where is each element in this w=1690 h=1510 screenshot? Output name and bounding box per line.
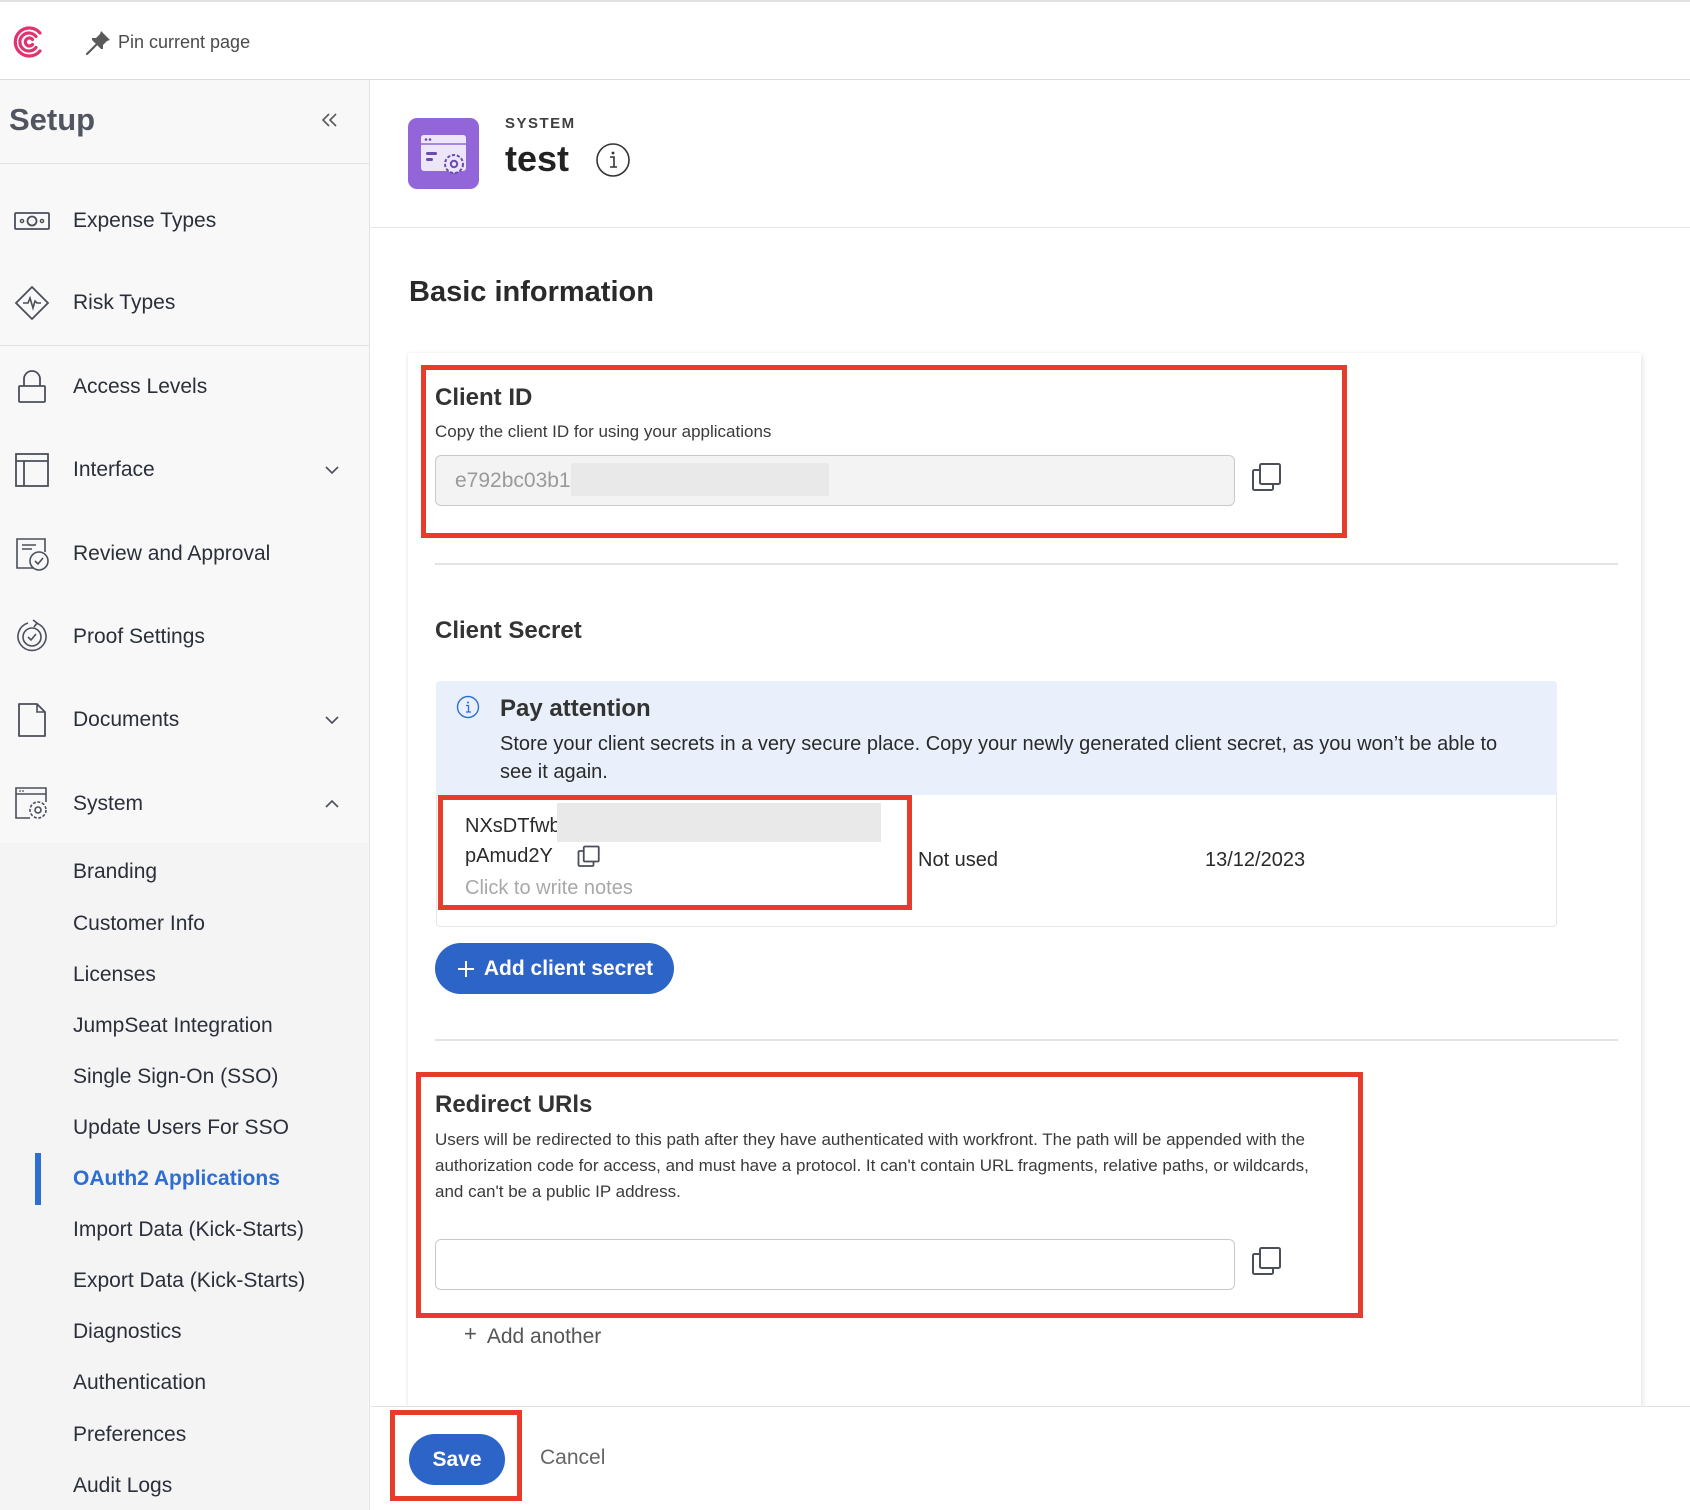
sidebar-item-label: Documents xyxy=(73,708,180,731)
redirect-url-input[interactable] xyxy=(435,1239,1235,1290)
secret-notes-field[interactable]: Click to write notes xyxy=(465,877,633,900)
sidebar-item-label: Expense Types xyxy=(73,209,217,232)
secret-value-line1: NXsDTfwb xyxy=(465,815,561,837)
sidebar-item-label: Access Levels xyxy=(73,375,208,398)
sidebar-item-expense-types[interactable]: Expense Types xyxy=(0,191,370,251)
sidebar-subitem-authentication[interactable]: Authentication xyxy=(73,1363,206,1403)
add-another-url-button[interactable]: + Add another xyxy=(464,1321,602,1349)
active-indicator xyxy=(35,1153,41,1205)
secret-created-date: 13/12/2023 xyxy=(1205,849,1306,871)
pay-attention-alert: Pay attention Store your client secrets … xyxy=(436,681,1557,795)
sidebar-item-review-and-approval[interactable]: Review and Approval xyxy=(0,524,370,584)
system-app-icon xyxy=(421,135,466,174)
system-submenu: Branding Customer Info Licenses JumpSeat… xyxy=(0,843,368,1510)
redacted-mask xyxy=(570,462,829,496)
copy-redirect-url-icon[interactable] xyxy=(1251,1246,1283,1278)
client-secret-title: Client Secret xyxy=(435,617,582,644)
sidebar-subitem-preferences[interactable]: Preferences xyxy=(73,1415,186,1455)
risk-icon xyxy=(14,285,50,321)
sidebar-subitem-export-data[interactable]: Export Data (Kick-Starts) xyxy=(73,1261,305,1301)
workfront-logo-icon[interactable] xyxy=(12,25,46,59)
setup-sidebar: Setup Expense Types Risk Types Access Le… xyxy=(0,80,370,1510)
sidebar-item-label: Interface xyxy=(73,458,155,481)
add-client-secret-button[interactable]: Add client secret xyxy=(435,943,674,994)
info-icon[interactable] xyxy=(595,142,631,178)
section-divider xyxy=(435,563,1618,565)
cancel-button[interactable]: Cancel xyxy=(540,1446,605,1470)
sidebar-subitem-customer-info[interactable]: Customer Info xyxy=(73,904,205,944)
sidebar-subitem-diagnostics[interactable]: Diagnostics xyxy=(73,1312,182,1352)
layout-icon xyxy=(15,453,49,487)
add-client-secret-label: Add client secret xyxy=(483,956,654,980)
section-divider xyxy=(435,1039,1618,1041)
object-type-label: SYSTEM xyxy=(505,115,576,132)
chevron-up-icon[interactable] xyxy=(320,792,344,816)
sidebar-item-interface[interactable]: Interface xyxy=(0,440,370,500)
page-header: SYSTEM test xyxy=(371,80,1690,228)
sidebar-item-system[interactable]: System xyxy=(0,774,370,834)
sidebar-item-label: Risk Types xyxy=(73,291,176,314)
sidebar-subitem-single-sign-on[interactable]: Single Sign-On (SSO) xyxy=(73,1057,278,1097)
sidebar-item-risk-types[interactable]: Risk Types xyxy=(0,273,370,333)
secret-value-line2: pAmud2Y xyxy=(465,845,553,867)
sidebar-subitem-audit-logs[interactable]: Audit Logs xyxy=(73,1466,172,1506)
sidebar-item-access-levels[interactable]: Access Levels xyxy=(0,357,370,417)
sidebar-subitem-licenses[interactable]: Licenses xyxy=(73,955,156,995)
sidebar-divider xyxy=(0,345,370,346)
plus-icon xyxy=(457,960,474,977)
client-id-description: Copy the client ID for using your applic… xyxy=(435,422,772,441)
chevron-down-icon[interactable] xyxy=(320,708,344,732)
redirect-urls-description: Users will be redirected to this path af… xyxy=(435,1130,1309,1201)
secret-status: Not used xyxy=(918,849,999,871)
highlight-box-client-id xyxy=(421,365,1347,538)
sidebar-subitem-oauth2-applications[interactable]: OAuth2 Applications xyxy=(73,1159,280,1199)
redacted-mask xyxy=(557,803,881,842)
copy-secret-icon[interactable] xyxy=(577,845,601,869)
proof-icon xyxy=(17,619,47,652)
sidebar-subitem-update-users-for-sso[interactable]: Update Users For SSO xyxy=(73,1108,289,1148)
sidebar-item-label: System xyxy=(73,792,144,815)
sidebar-item-label: Review and Approval xyxy=(73,542,271,565)
lock-icon xyxy=(18,370,46,403)
collapse-sidebar-icon[interactable] xyxy=(318,108,342,132)
info-icon xyxy=(456,695,480,719)
save-button[interactable]: Save xyxy=(409,1434,505,1485)
review-icon xyxy=(16,538,49,571)
chevron-down-icon[interactable] xyxy=(320,458,344,482)
sidebar-item-proof-settings[interactable]: Proof Settings xyxy=(0,607,370,667)
page-title: test xyxy=(505,138,570,179)
sidebar-subitem-import-data[interactable]: Import Data (Kick-Starts) xyxy=(73,1210,304,1250)
alert-title: Pay attention xyxy=(500,695,651,722)
add-another-label: Add another xyxy=(486,1325,602,1348)
alert-body: Store your client secrets in a very secu… xyxy=(500,733,1498,783)
document-icon xyxy=(18,703,46,737)
app-icon xyxy=(408,118,479,189)
pin-label: Pin current page xyxy=(118,31,251,52)
money-icon xyxy=(14,212,50,230)
sidebar-item-label: Proof Settings xyxy=(73,625,205,648)
sidebar-subitem-jumpseat-integration[interactable]: JumpSeat Integration xyxy=(73,1006,273,1046)
sidebar-item-documents[interactable]: Documents xyxy=(0,690,370,750)
plus-icon: + xyxy=(464,1321,477,1346)
pin-current-page-button[interactable]: Pin current page xyxy=(84,27,250,57)
copy-client-id-icon[interactable] xyxy=(1251,462,1283,494)
sidebar-header: Setup xyxy=(0,80,370,164)
client-id-title: Client ID xyxy=(435,384,533,411)
top-bar: Pin current page xyxy=(0,0,1690,80)
system-icon xyxy=(15,787,47,819)
client-id-field[interactable]: e792bc03b1 xyxy=(435,455,1235,506)
pin-icon xyxy=(85,31,110,56)
section-title: Basic information xyxy=(409,276,654,308)
redirect-urls-title: Redirect URls xyxy=(435,1091,593,1118)
sidebar-title: Setup xyxy=(9,102,96,137)
sidebar-subitem-branding[interactable]: Branding xyxy=(73,852,157,892)
client-id-value: e792bc03b1 xyxy=(455,469,571,492)
